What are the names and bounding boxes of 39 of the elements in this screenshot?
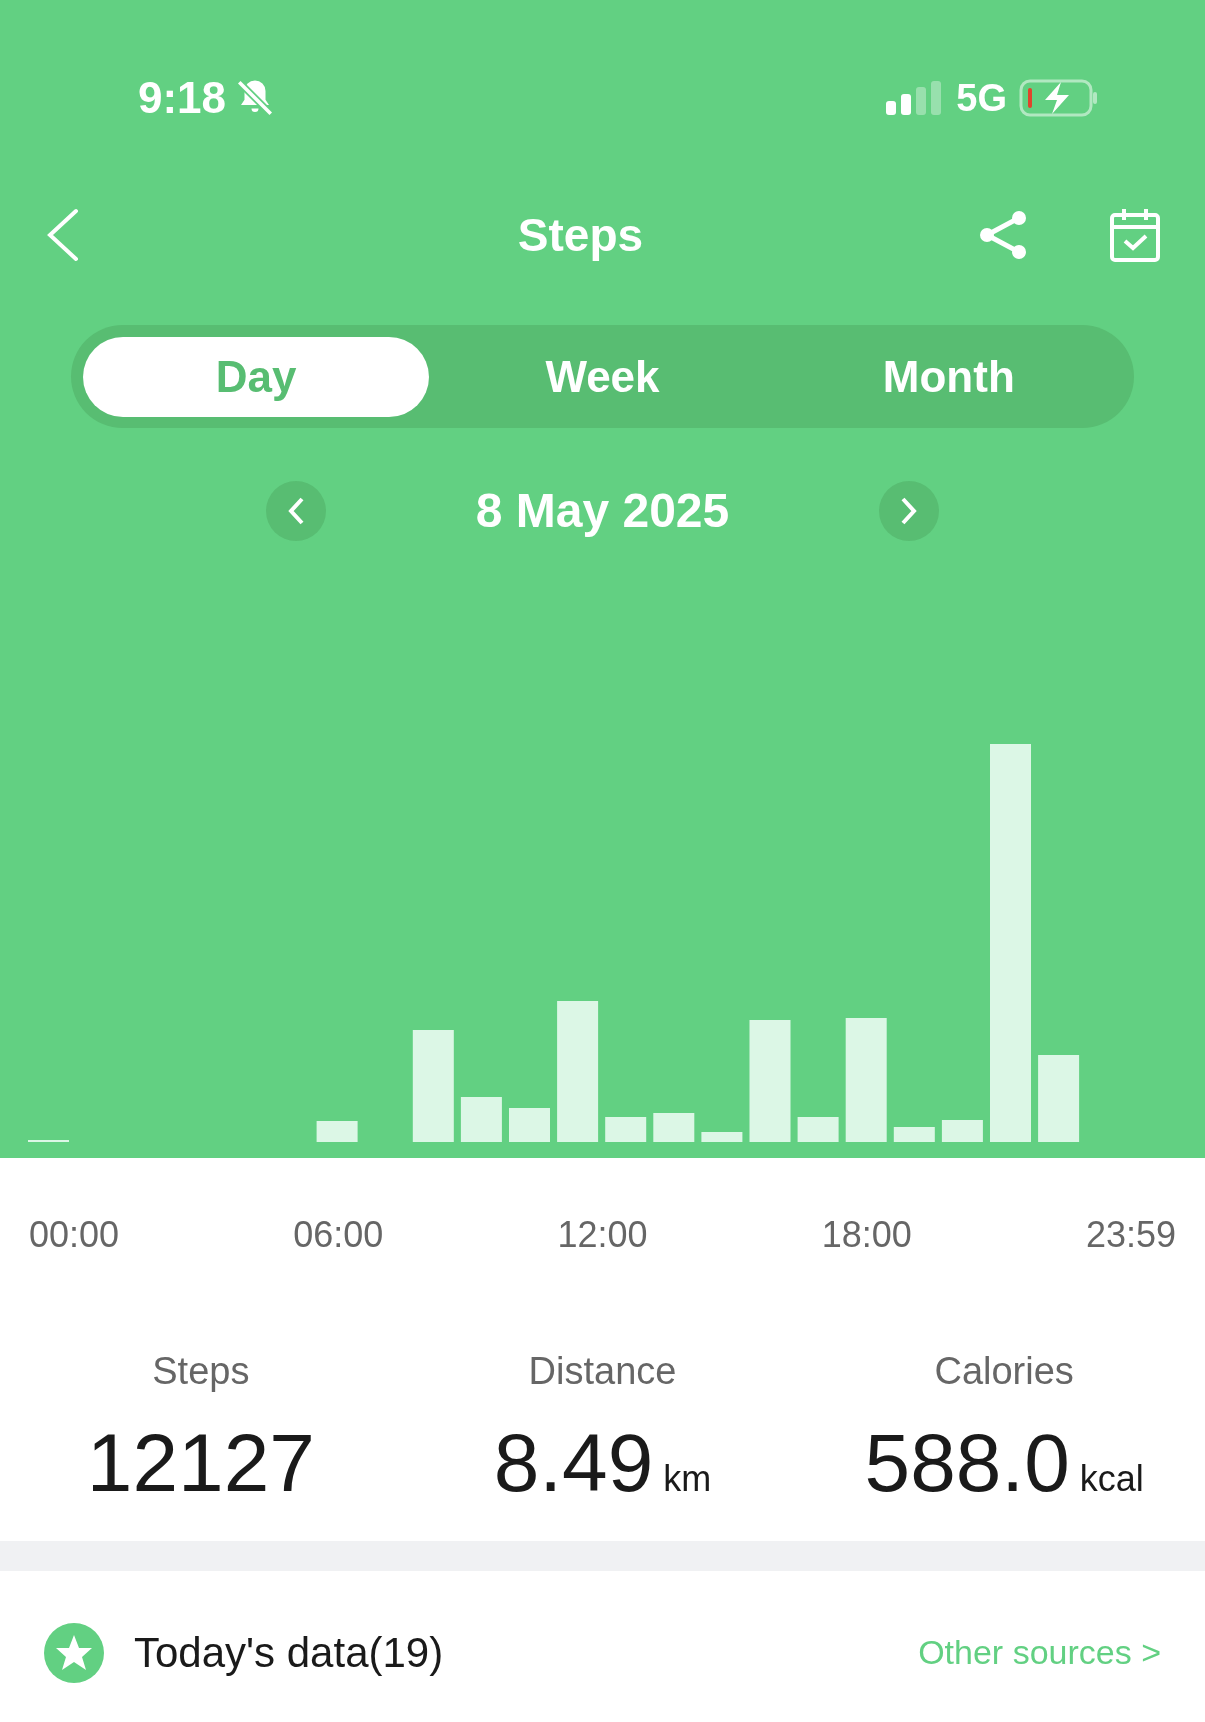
chevron-left-icon xyxy=(287,497,304,525)
stat-unit: kcal xyxy=(1079,1461,1144,1497)
time-axis-label: 12:00 xyxy=(557,1213,648,1257)
page-title: Steps xyxy=(517,207,644,263)
step-bar xyxy=(605,1117,647,1142)
step-bar xyxy=(701,1132,743,1142)
stat-label: Steps xyxy=(152,1352,250,1390)
step-bar xyxy=(653,1113,695,1142)
calendar-button[interactable] xyxy=(1109,207,1161,263)
step-bar xyxy=(941,1120,983,1142)
time-axis-label: 23:59 xyxy=(1085,1213,1176,1257)
stat-label: Distance xyxy=(528,1352,677,1390)
step-bar xyxy=(797,1117,839,1142)
time-axis-label: 06:00 xyxy=(293,1213,384,1257)
status-time: 9:18 xyxy=(138,76,227,120)
step-bar xyxy=(893,1127,935,1142)
period-tab[interactable]: Month xyxy=(775,336,1122,417)
step-bar xyxy=(460,1097,502,1142)
selected-date: 8 May 2025 xyxy=(475,483,730,539)
step-bar xyxy=(509,1108,550,1142)
other-sources-link[interactable]: Other sources > xyxy=(918,1627,1161,1678)
time-axis-label: 18:00 xyxy=(821,1213,912,1257)
step-bar xyxy=(316,1121,358,1142)
share-icon xyxy=(977,209,1029,261)
star-badge-icon xyxy=(44,1622,104,1683)
share-button[interactable] xyxy=(977,209,1029,261)
calendar-check-icon xyxy=(1109,207,1161,263)
time-axis-label: 00:00 xyxy=(29,1213,120,1257)
network-label: 5G xyxy=(956,79,1007,117)
stat-value: 588.0 xyxy=(864,1422,1070,1504)
period-tab[interactable]: Week xyxy=(429,336,776,417)
chevron-right-icon xyxy=(901,497,918,525)
stat-value: 12127 xyxy=(86,1422,315,1504)
stat-label: Calories xyxy=(934,1352,1074,1390)
period-tab[interactable]: Day xyxy=(83,336,430,417)
stat-unit: km xyxy=(663,1461,712,1497)
battery-charging-icon xyxy=(1019,78,1099,118)
section-title: Today's data(19) xyxy=(134,1628,444,1678)
stat-value: 8.49 xyxy=(493,1422,654,1504)
